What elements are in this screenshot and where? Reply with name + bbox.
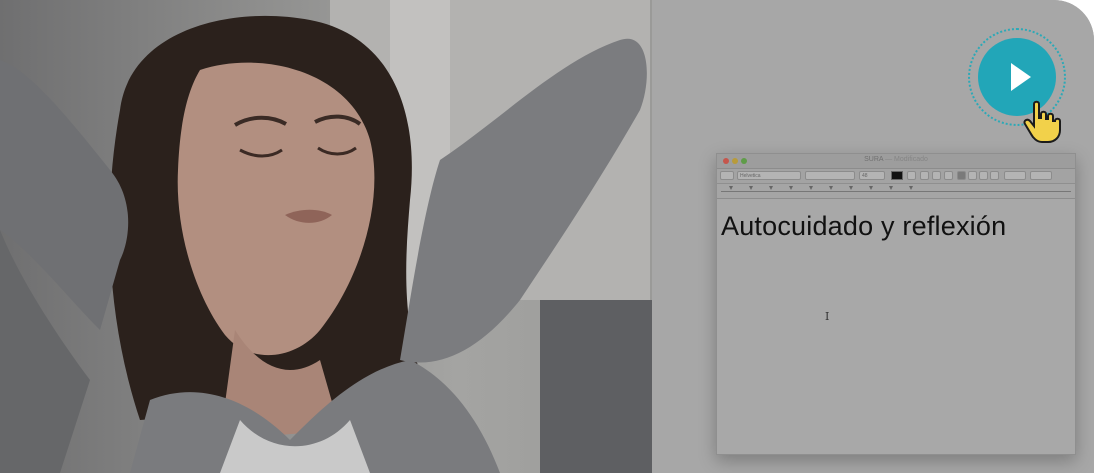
italic-button[interactable] [932,171,941,180]
highlight-button[interactable] [907,171,916,180]
window-titlebar: SURA — Modificado [717,154,1075,169]
font-size-select[interactable]: 48 [859,171,885,180]
align-center-button[interactable] [968,171,977,180]
video-thumbnail[interactable]: SURA — Modificado Helvetica 48 Autocuida… [0,0,1094,473]
text-editor-window: SURA — Modificado Helvetica 48 Autocuida… [716,153,1076,455]
line-spacing-select[interactable] [1004,171,1026,180]
window-title: SURA — Modificado [717,156,1075,163]
text-cursor-icon: I [825,310,830,323]
justify-button[interactable] [990,171,999,180]
play-triangle-icon [1011,63,1031,91]
align-right-button[interactable] [979,171,988,180]
document-text[interactable]: Autocuidado y reflexión [721,211,1006,242]
woman-illustration [0,0,652,473]
underline-button[interactable] [944,171,953,180]
ruler[interactable] [717,184,1075,199]
photo-woman-relaxing [0,0,652,473]
pointing-hand-icon [1023,100,1061,143]
font-style-select[interactable] [805,171,855,180]
font-family-select[interactable]: Helvetica [737,171,801,180]
play-control[interactable] [968,28,1070,143]
document-name: SURA [864,156,884,163]
align-left-button[interactable] [957,171,966,180]
format-toolbar: Helvetica 48 [717,169,1075,184]
bold-button[interactable] [920,171,929,180]
paragraph-style-menu[interactable] [720,171,734,180]
list-style-select[interactable] [1030,171,1052,180]
edited-status: — Modificado [885,156,928,163]
text-color-swatch[interactable] [891,171,903,180]
